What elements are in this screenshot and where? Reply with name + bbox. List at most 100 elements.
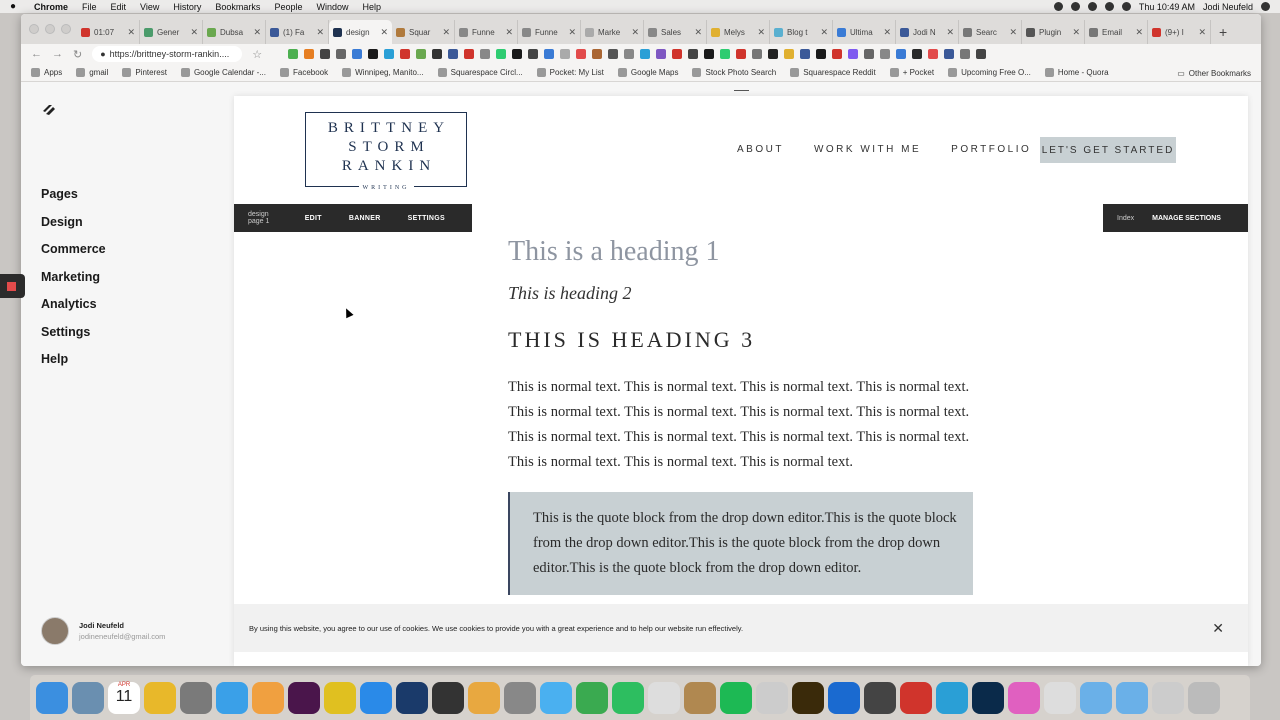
app-icon[interactable]: [1152, 681, 1184, 714]
reload-icon[interactable]: ↻: [73, 48, 82, 61]
tab-close-icon[interactable]: ✕: [380, 27, 388, 38]
forward-icon[interactable]: →: [52, 48, 63, 60]
bookmark-item[interactable]: Squarespace Circl...: [437, 68, 523, 77]
menu-app-name[interactable]: Chrome: [34, 2, 68, 12]
tab-close-icon[interactable]: ✕: [820, 27, 828, 38]
extension-icon[interactable]: [944, 49, 955, 59]
tab-close-icon[interactable]: ✕: [568, 27, 576, 38]
extension-icon[interactable]: [352, 49, 363, 59]
new-tab-button[interactable]: +: [1219, 20, 1227, 44]
wifi-icon[interactable]: [1104, 2, 1114, 11]
browser-tab[interactable]: Ultima ✕: [833, 20, 896, 44]
quicktime-icon[interactable]: [396, 681, 428, 714]
get-started-button[interactable]: LET'S GET STARTED: [1040, 137, 1176, 163]
quote-block[interactable]: This is the quote block from the drop do…: [508, 492, 973, 595]
browser-tab[interactable]: Blog t ✕: [770, 20, 833, 44]
nav-pages[interactable]: Pages: [41, 186, 106, 214]
normal-text-block[interactable]: This is normal text. This is normal text…: [508, 375, 970, 475]
nav-work-with-me[interactable]: WORK WITH ME: [814, 144, 921, 155]
nav-about[interactable]: ABOUT: [737, 144, 784, 155]
extension-icon[interactable]: [400, 49, 411, 59]
spotlight-icon[interactable]: [1261, 2, 1270, 11]
bookmark-item[interactable]: Winnipeg, Manito...: [342, 68, 424, 77]
browser-tab[interactable]: Funne ✕: [518, 20, 581, 44]
banner-button[interactable]: BANNER: [349, 215, 381, 222]
star-icon[interactable]: ☆: [252, 48, 262, 61]
nav-help[interactable]: Help: [41, 351, 106, 379]
menubar-user[interactable]: Jodi Neufeld: [1203, 2, 1253, 12]
browser-tab[interactable]: Sales ✕: [644, 20, 707, 44]
extension-icon[interactable]: [480, 49, 491, 59]
safari-icon[interactable]: [216, 681, 248, 714]
tab-close-icon[interactable]: ✕: [505, 27, 513, 38]
tab-close-icon[interactable]: ✕: [190, 27, 198, 38]
tab-close-icon[interactable]: ✕: [757, 27, 765, 38]
tab-close-icon[interactable]: ✕: [1135, 27, 1143, 38]
close-icon[interactable]: ✕: [1212, 620, 1224, 637]
extension-icon[interactable]: [464, 49, 475, 59]
edit-button[interactable]: EDIT: [305, 215, 322, 222]
bookmark-item[interactable]: Google Maps: [617, 68, 678, 77]
status-icon[interactable]: [1070, 2, 1080, 11]
app-icon[interactable]: [936, 681, 968, 714]
messages-icon[interactable]: [540, 681, 572, 714]
extension-icon[interactable]: [528, 49, 539, 59]
app-icon[interactable]: [468, 681, 500, 714]
photoshop-icon[interactable]: [972, 681, 1004, 714]
extension-icon[interactable]: [576, 49, 587, 59]
photos-icon[interactable]: [252, 681, 284, 714]
bookmark-item[interactable]: Pinterest: [122, 68, 167, 77]
menubar-clock[interactable]: Thu 10:49 AM: [1139, 2, 1195, 12]
app-icon[interactable]: [324, 681, 356, 714]
extension-icon[interactable]: [848, 49, 859, 59]
extension-icon[interactable]: [784, 49, 795, 59]
app-icon[interactable]: [684, 681, 716, 714]
itunes-icon[interactable]: [1008, 681, 1040, 714]
browser-tab[interactable]: Dubsa ✕: [203, 20, 266, 44]
extension-icon[interactable]: [688, 49, 699, 59]
squarespace-logo-icon[interactable]: [41, 102, 57, 118]
tab-close-icon[interactable]: ✕: [442, 27, 450, 38]
chrome-icon[interactable]: [144, 681, 176, 714]
address-bar[interactable]: ● https://brittney-storm-rankin....: [92, 46, 243, 62]
extension-icon[interactable]: [896, 49, 907, 59]
close-window-button[interactable]: [29, 24, 39, 34]
browser-tab[interactable]: Squar ✕: [392, 20, 455, 44]
tab-close-icon[interactable]: ✕: [253, 27, 261, 38]
nav-commerce[interactable]: Commerce: [41, 241, 106, 269]
browser-tab[interactable]: Funne ✕: [455, 20, 518, 44]
folder-icon[interactable]: [1116, 681, 1148, 714]
finder-icon[interactable]: [36, 681, 68, 714]
settings-button[interactable]: SETTINGS: [408, 215, 445, 222]
nav-design[interactable]: Design: [41, 214, 106, 242]
folder-icon[interactable]: [1080, 681, 1112, 714]
tab-close-icon[interactable]: ✕: [1198, 27, 1206, 38]
extension-icon[interactable]: [928, 49, 939, 59]
tab-close-icon[interactable]: ✕: [883, 27, 891, 38]
menu-help[interactable]: Help: [362, 2, 381, 12]
heading-2[interactable]: This is heading 2: [508, 283, 978, 313]
zoom-window-button[interactable]: [61, 24, 71, 34]
app-store-icon[interactable]: [360, 681, 392, 714]
extension-icon[interactable]: [672, 49, 683, 59]
bookmark-item[interactable]: gmail: [76, 68, 108, 77]
extension-icon[interactable]: [912, 49, 923, 59]
app-icon[interactable]: [756, 681, 788, 714]
preview-icon[interactable]: [72, 681, 104, 714]
extension-icon[interactable]: [368, 49, 379, 59]
extension-icon[interactable]: [608, 49, 619, 59]
extension-icon[interactable]: [704, 49, 715, 59]
extension-icon[interactable]: [752, 49, 763, 59]
extension-icon[interactable]: [640, 49, 651, 59]
browser-tab[interactable]: Plugin ✕: [1022, 20, 1085, 44]
evernote-icon[interactable]: [612, 681, 644, 714]
browser-tab[interactable]: Melys ✕: [707, 20, 770, 44]
extension-icon[interactable]: [560, 49, 571, 59]
app-icon[interactable]: [576, 681, 608, 714]
app-icon[interactable]: [864, 681, 896, 714]
tab-close-icon[interactable]: ✕: [316, 27, 324, 38]
extension-icon[interactable]: [384, 49, 395, 59]
browser-tab[interactable]: design ✕: [329, 20, 392, 44]
menu-bookmarks[interactable]: Bookmarks: [215, 2, 260, 12]
browser-tab[interactable]: (1) Fa ✕: [266, 20, 329, 44]
